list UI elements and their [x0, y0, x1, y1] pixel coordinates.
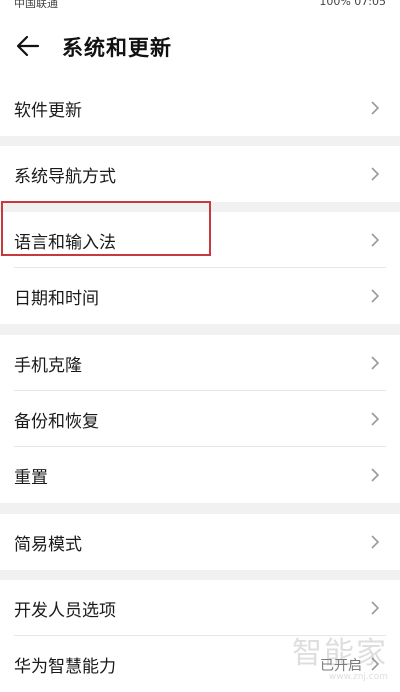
settings-item-navigation-mode[interactable]: 系统导航方式	[0, 146, 400, 202]
settings-group-navigation: 系统导航方式	[0, 146, 400, 202]
settings-item-label: 重置	[14, 468, 48, 488]
settings-item-backup-restore[interactable]: 备份和恢复	[0, 391, 400, 447]
chevron-right-icon	[371, 356, 380, 370]
chevron-right-icon	[371, 468, 380, 482]
page-title: 系统和更新	[62, 36, 172, 60]
chevron-right-icon	[371, 233, 380, 247]
page-header: 系统和更新	[0, 8, 400, 80]
time-label: 07:05	[354, 0, 386, 8]
watermark-url: www.znj.com	[328, 672, 388, 682]
settings-item-label: 华为智慧能力	[14, 657, 116, 677]
back-arrow-icon[interactable]	[14, 32, 42, 60]
chevron-right-icon	[371, 601, 380, 615]
status-bar: 中国联通 100% 07:05	[0, 0, 400, 8]
settings-item-label: 开发人员选项	[14, 601, 116, 621]
watermark-text: 智能家	[292, 636, 388, 671]
settings-item-phone-clone[interactable]: 手机克隆	[0, 335, 400, 391]
chevron-right-icon	[371, 289, 380, 303]
highlight-box	[1, 201, 211, 256]
chevron-right-icon	[371, 535, 380, 549]
settings-item-label: 备份和恢复	[14, 412, 99, 432]
status-right: 100% 07:05	[319, 0, 386, 8]
settings-item-label: 日期和时间	[14, 289, 99, 309]
settings-item-label: 软件更新	[14, 101, 82, 121]
watermark-logo: 智能家 www.znj.com	[278, 628, 388, 684]
settings-item-label: 手机克隆	[14, 356, 82, 376]
settings-item-label: 系统导航方式	[14, 167, 116, 187]
chevron-right-icon	[371, 412, 380, 426]
settings-item-simple-mode[interactable]: 简易模式	[0, 514, 400, 570]
settings-group-update: 软件更新	[0, 80, 400, 136]
settings-item-software-update[interactable]: 软件更新	[0, 80, 400, 136]
carrier-label: 中国联通	[14, 0, 58, 8]
battery-label: 100%	[319, 0, 351, 8]
settings-group-simple-mode: 简易模式	[0, 514, 400, 570]
settings-group-backup: 手机克隆 备份和恢复 重置	[0, 335, 400, 503]
settings-item-date-time[interactable]: 日期和时间	[0, 268, 400, 324]
chevron-right-icon	[371, 167, 380, 181]
settings-item-label: 简易模式	[14, 535, 82, 555]
settings-item-reset[interactable]: 重置	[0, 447, 400, 503]
chevron-right-icon	[371, 101, 380, 115]
